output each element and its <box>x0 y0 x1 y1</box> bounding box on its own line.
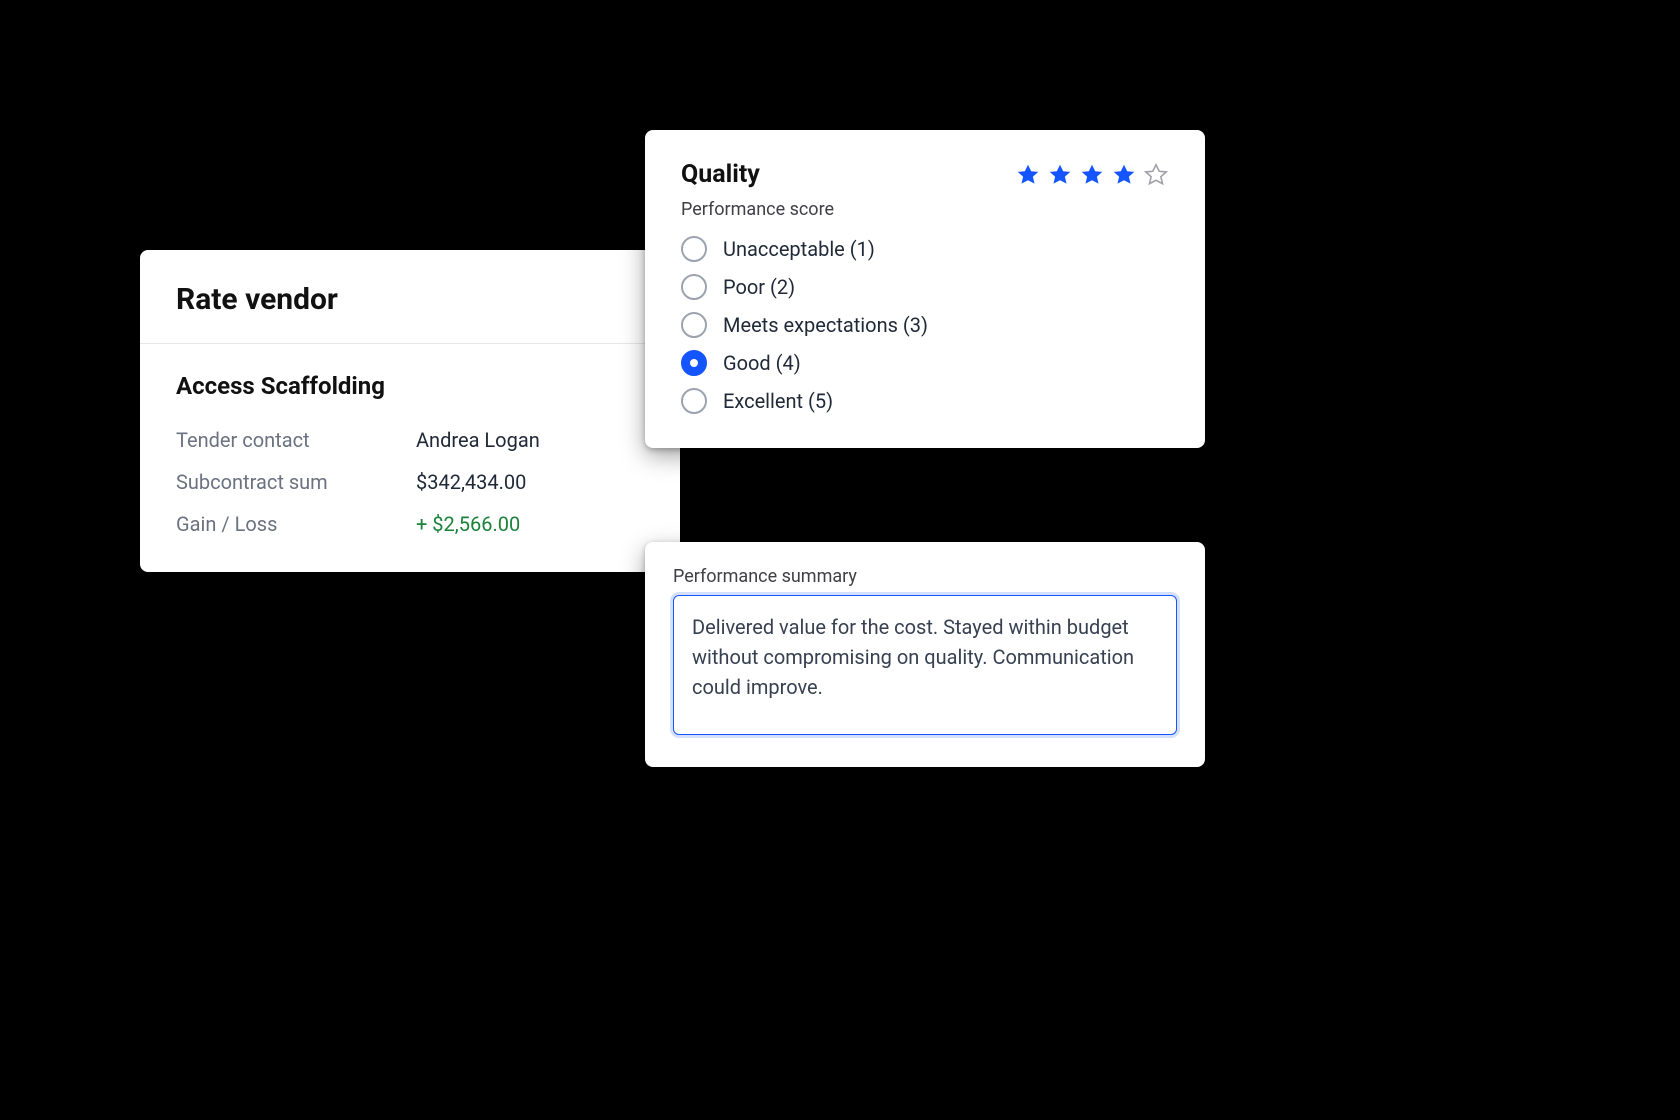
star-filled-icon[interactable] <box>1015 162 1041 188</box>
quality-card: Quality Performance score Unacceptable (… <box>645 130 1205 448</box>
vendor-detail-value: + $2,566.00 <box>416 512 520 536</box>
star-filled-icon[interactable] <box>1079 162 1105 188</box>
score-option-label: Meets expectations (3) <box>723 313 928 337</box>
radio-unselected-icon[interactable] <box>681 388 707 414</box>
vendor-name: Access Scaffolding <box>176 372 644 400</box>
rate-vendor-body: Access Scaffolding Tender contactAndrea … <box>140 344 680 572</box>
quality-header: Quality <box>681 160 1169 189</box>
rate-vendor-header: Rate vendor <box>140 250 680 344</box>
rate-vendor-card: Rate vendor Access Scaffolding Tender co… <box>140 250 680 572</box>
score-option-label: Unacceptable (1) <box>723 237 875 261</box>
vendor-detail-row: Gain / Loss+ $2,566.00 <box>176 512 644 536</box>
score-option[interactable]: Excellent (5) <box>681 388 1169 414</box>
vendor-detail-label: Gain / Loss <box>176 512 416 536</box>
vendor-detail-value: Andrea Logan <box>416 428 540 452</box>
performance-summary-label: Performance summary <box>673 566 1177 587</box>
rate-vendor-title: Rate vendor <box>176 282 644 317</box>
radio-selected-icon[interactable] <box>681 350 707 376</box>
quality-title: Quality <box>681 160 760 189</box>
star-filled-icon[interactable] <box>1047 162 1073 188</box>
vendor-detail-row: Subcontract sum$342,434.00 <box>176 470 644 494</box>
score-option[interactable]: Unacceptable (1) <box>681 236 1169 262</box>
score-option-label: Good (4) <box>723 351 801 375</box>
vendor-detail-label: Subcontract sum <box>176 470 416 494</box>
performance-score-label: Performance score <box>681 199 1169 220</box>
score-option-label: Poor (2) <box>723 275 795 299</box>
performance-summary-card: Performance summary <box>645 542 1205 767</box>
vendor-detail-value: $342,434.00 <box>416 470 526 494</box>
radio-unselected-icon[interactable] <box>681 236 707 262</box>
vendor-detail-row: Tender contactAndrea Logan <box>176 428 644 452</box>
quality-stars[interactable] <box>1015 162 1169 188</box>
radio-unselected-icon[interactable] <box>681 274 707 300</box>
score-option[interactable]: Poor (2) <box>681 274 1169 300</box>
vendor-detail-label: Tender contact <box>176 428 416 452</box>
performance-summary-textarea[interactable] <box>673 595 1177 735</box>
radio-unselected-icon[interactable] <box>681 312 707 338</box>
score-option[interactable]: Good (4) <box>681 350 1169 376</box>
score-option[interactable]: Meets expectations (3) <box>681 312 1169 338</box>
star-filled-icon[interactable] <box>1111 162 1137 188</box>
star-empty-icon[interactable] <box>1143 162 1169 188</box>
performance-score-radio-group: Unacceptable (1) Poor (2) Meets expectatio… <box>681 236 1169 414</box>
score-option-label: Excellent (5) <box>723 389 833 413</box>
